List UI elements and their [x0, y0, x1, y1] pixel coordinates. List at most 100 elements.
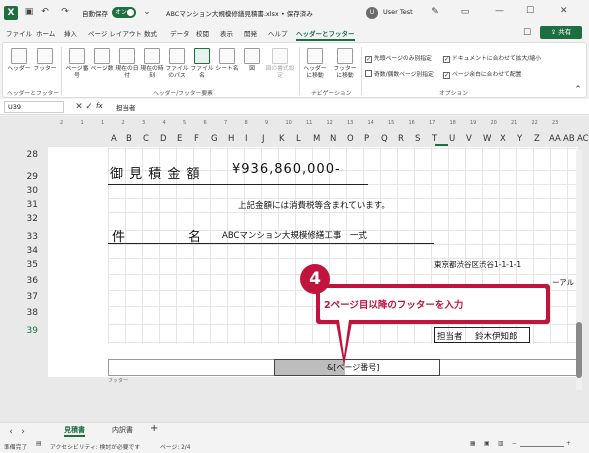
save-icon[interactable]: ▣	[24, 7, 34, 17]
zoom-slider[interactable]	[520, 446, 564, 447]
redo-icon[interactable]: ↷	[60, 7, 70, 17]
tab-view[interactable]: 表示	[220, 28, 233, 38]
tab-page-layout[interactable]: ページ レイアウト	[88, 28, 142, 38]
column-header[interactable]: M	[313, 134, 320, 144]
view-page-layout-icon[interactable]: ▣	[484, 441, 489, 447]
minimize-button[interactable]: —	[495, 6, 504, 16]
column-header[interactable]: AB	[563, 134, 575, 144]
column-header[interactable]: C	[143, 134, 149, 144]
cancel-icon[interactable]: ✕	[74, 102, 84, 112]
comment-icon[interactable]: ☐	[522, 28, 532, 38]
column-header[interactable]: W	[483, 134, 491, 144]
column-header[interactable]: X	[500, 134, 506, 144]
column-header[interactable]: P	[364, 134, 369, 144]
row-header[interactable]: 32	[20, 214, 38, 224]
column-header[interactable]: AA	[549, 134, 561, 144]
tab-header-footer[interactable]: ヘッダーとフッター	[296, 28, 355, 41]
file-name-button[interactable]: ファイル名	[190, 48, 214, 80]
column-header[interactable]: J	[262, 134, 265, 144]
header-button[interactable]: ヘッダー	[7, 48, 31, 73]
checkbox-scale-with-doc[interactable]: ✓ ドキュメントに合わせて拡大/縮小	[443, 53, 541, 63]
macro-icon[interactable]: ▤	[36, 441, 41, 447]
scrollbar-thumb[interactable]	[576, 322, 582, 378]
close-button[interactable]: ✕	[560, 6, 568, 16]
name-box[interactable]: U39	[4, 101, 64, 113]
column-header[interactable]: N	[330, 134, 336, 144]
row-header[interactable]: 35	[20, 260, 38, 270]
tab-data[interactable]: データ	[170, 28, 190, 38]
zoom-out-icon[interactable]: −	[512, 441, 517, 447]
footer-center-text[interactable]: &[ページ番号]	[327, 362, 379, 373]
column-header[interactable]: S	[415, 134, 420, 144]
collapse-ribbon-icon[interactable]: ⌃	[573, 85, 583, 95]
maximize-button[interactable]: ☐	[526, 6, 534, 16]
row-header[interactable]: 30	[20, 186, 38, 196]
add-sheet-icon[interactable]: +	[150, 423, 158, 434]
sheet-tab-breakdown[interactable]: 内訳書	[112, 425, 133, 435]
column-header[interactable]: F	[194, 134, 199, 144]
tab-home[interactable]: ホーム	[36, 28, 55, 38]
accessibility-status[interactable]: アクセシビリティ: 検討が必要です	[50, 442, 140, 451]
sheet-name-button[interactable]: シート名	[215, 48, 239, 73]
column-header[interactable]: V	[466, 134, 472, 144]
next-sheet-icon[interactable]: ›	[18, 427, 28, 437]
row-header[interactable]: 31	[20, 200, 38, 210]
footer-button[interactable]: フッター	[33, 48, 57, 73]
column-header[interactable]: D	[160, 134, 167, 144]
undo-icon[interactable]: ↶	[40, 7, 50, 17]
row-header[interactable]: 38	[20, 308, 38, 318]
goto-footer-button[interactable]: フッターに移動	[331, 48, 359, 80]
column-header[interactable]: R	[398, 134, 404, 144]
row-header[interactable]: 29	[20, 172, 38, 182]
column-header[interactable]: G	[211, 134, 218, 144]
column-header[interactable]: H	[228, 134, 234, 144]
view-normal-icon[interactable]: ▦	[470, 441, 475, 447]
column-header[interactable]: E	[177, 134, 182, 144]
user-avatar-icon[interactable]: U	[366, 7, 378, 19]
picture-button[interactable]: 図	[240, 48, 264, 73]
autosave-toggle[interactable]: オン	[112, 7, 136, 18]
checkbox-align-margins[interactable]: ✓ ページ余白に合わせて配置	[443, 69, 521, 79]
prev-sheet-icon[interactable]: ‹	[6, 427, 16, 437]
file-path-button[interactable]: ファイルのパス	[165, 48, 189, 80]
row-header[interactable]: 37	[20, 292, 38, 302]
row-header[interactable]: 39	[20, 326, 38, 336]
view-page-break-icon[interactable]: ▥	[498, 441, 503, 447]
tab-formulas[interactable]: 数式	[144, 28, 157, 38]
share-button[interactable]: ⇪ 共有	[540, 26, 582, 39]
column-header[interactable]: Z	[534, 134, 540, 144]
tab-developer[interactable]: 開発	[244, 28, 257, 38]
tab-review[interactable]: 校閲	[196, 28, 209, 38]
page-count-button[interactable]: ページ数	[90, 48, 114, 73]
column-header[interactable]: K	[279, 134, 285, 144]
column-header[interactable]: L	[296, 134, 301, 144]
person-label[interactable]: 担当者	[437, 330, 463, 342]
customize-icon[interactable]: ⌄	[142, 7, 152, 17]
format-picture-button[interactable]: 図の書式設定	[265, 48, 295, 80]
column-header[interactable]: I	[245, 134, 248, 144]
column-header[interactable]: O	[347, 134, 354, 144]
current-date-button[interactable]: 現在の日付	[115, 48, 139, 80]
function-icon[interactable]: fx	[96, 102, 103, 110]
confirm-icon[interactable]: ✓	[84, 102, 94, 112]
row-header[interactable]: 28	[20, 150, 38, 160]
row-header[interactable]: 33	[20, 232, 38, 242]
sheet-tab-estimate[interactable]: 見積書	[64, 425, 85, 437]
tab-help[interactable]: ヘルプ	[268, 28, 288, 38]
goto-header-button[interactable]: ヘッダーに移動	[301, 48, 329, 80]
page-number-button[interactable]: ページ番号	[65, 48, 89, 80]
column-header[interactable]: Q	[381, 134, 388, 144]
current-time-button[interactable]: 現在の時刻	[140, 48, 164, 80]
checkbox-first-page[interactable]: ✓ 先頭ページのみ別指定	[365, 53, 432, 63]
row-header[interactable]: 36	[20, 276, 38, 286]
row-header[interactable]: 34	[20, 246, 38, 256]
column-header[interactable]: B	[126, 134, 132, 144]
column-header[interactable]: A	[111, 134, 117, 144]
tab-file[interactable]: ファイル	[6, 28, 32, 38]
column-header[interactable]: Y	[517, 134, 522, 144]
pen-icon[interactable]: ✎	[430, 7, 440, 17]
column-header[interactable]: U	[449, 134, 455, 144]
column-header[interactable]: AC	[577, 134, 589, 144]
zoom-in-icon[interactable]: +	[566, 441, 571, 447]
tab-insert[interactable]: 挿入	[64, 28, 77, 38]
